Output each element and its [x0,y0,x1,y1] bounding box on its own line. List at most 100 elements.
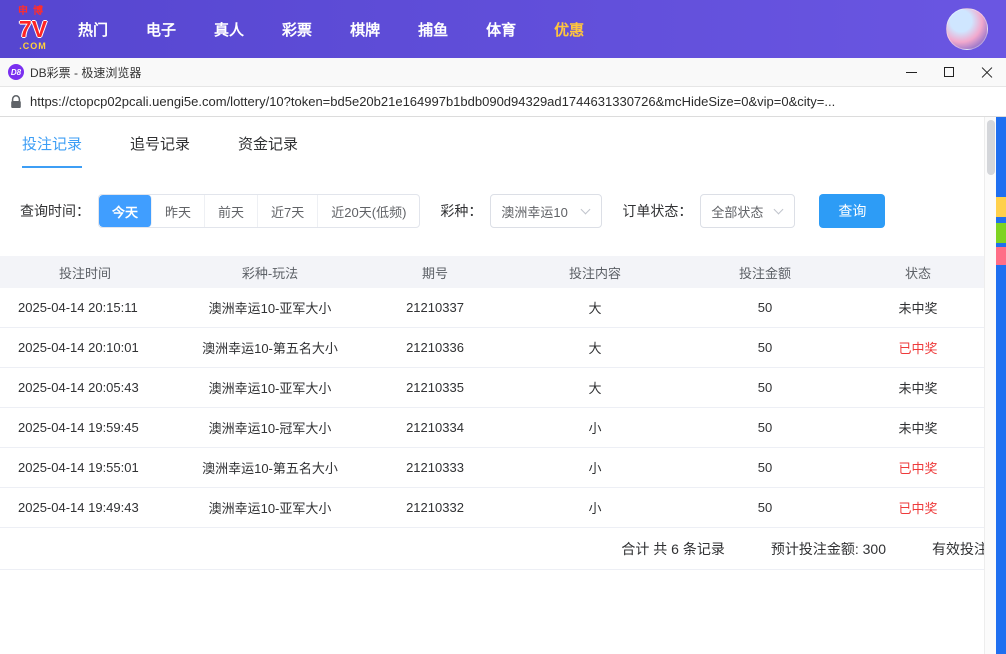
table-row: 2025-04-14 20:05:43澳洲幸运10-亚军大小21210335大5… [0,368,996,408]
table-row: 2025-04-14 19:55:01澳洲幸运10-第五名大小21210333小… [0,448,996,488]
cell-bet-time: 2025-04-14 19:55:01 [0,460,170,475]
cell-bet-time: 2025-04-14 19:49:43 [0,500,170,515]
site-top-nav: 申博 7V .COM 热门 电子 真人 彩票 棋牌 捕鱼 体育 优惠 [0,0,1006,58]
time-option[interactable]: 前天 [205,195,258,227]
cell-issue-number: 21210332 [370,500,500,515]
cell-bet-amount: 50 [690,500,840,515]
tab[interactable]: 投注记录 [22,133,82,168]
nav-item[interactable]: 热门 [78,19,108,40]
cell-status: 已中奖 [840,338,996,357]
time-filter-group: 今天昨天前天近7天近20天(低频) [98,194,420,228]
nav-item[interactable]: 体育 [486,19,516,40]
nav-item[interactable]: 优惠 [554,19,584,40]
time-option[interactable]: 昨天 [152,195,205,227]
browser-app-icon: D8 [8,64,24,80]
scrollbar-thumb[interactable] [987,120,995,175]
tab[interactable]: 追号记录 [130,133,190,168]
desktop-fragment-yellow [996,197,1006,217]
table-row: 2025-04-14 19:59:45澳洲幸运10-冠军大小21210334小5… [0,408,996,448]
column-header: 投注内容 [500,263,690,282]
cell-bet-content: 小 [500,498,690,517]
nav-item[interactable]: 电子 [146,19,176,40]
column-header: 彩种-玩法 [170,263,370,282]
cell-status: 未中奖 [840,418,996,437]
bet-record-table: 投注时间彩种-玩法期号投注内容投注金额状态 2025-04-14 20:15:1… [0,256,996,528]
column-header: 状态 [840,263,996,282]
cell-issue-number: 21210337 [370,300,500,315]
cell-bet-time: 2025-04-14 19:59:45 [0,420,170,435]
desktop-fragment-pink [996,247,1006,265]
cell-bet-content: 大 [500,298,690,317]
cell-status: 已中奖 [840,498,996,517]
cell-bet-amount: 50 [690,340,840,355]
window-title: DB彩票 - 极速浏览器 [30,64,141,81]
minimize-icon[interactable] [892,58,930,86]
cell-bet-content: 大 [500,338,690,357]
time-option[interactable]: 近7天 [258,195,318,227]
filter-bar: 查询时间： 今天昨天前天近7天近20天(低频) 彩种： 澳洲幸运10 订单状态：… [20,194,996,228]
chevron-down-icon [774,205,784,215]
order-status-select[interactable]: 全部状态 [700,194,795,228]
cell-bet-amount: 50 [690,380,840,395]
cell-status: 未中奖 [840,378,996,397]
logo-text-main: 7V [19,17,47,41]
cell-bet-amount: 50 [690,460,840,475]
lottery-select-value: 澳洲幸运10 [501,202,567,221]
cell-bet-time: 2025-04-14 20:10:01 [0,340,170,355]
cell-issue-number: 21210333 [370,460,500,475]
table-row: 2025-04-14 20:15:11澳洲幸运10-亚军大小21210337大5… [0,288,996,328]
cell-game-play: 澳洲幸运10-冠军大小 [170,418,370,437]
user-avatar[interactable] [946,8,988,50]
url-text: https://ctopcp02pcali.uengi5e.com/lotter… [30,94,835,109]
cell-bet-content: 小 [500,418,690,437]
time-filter-label: 查询时间： [20,201,90,221]
table-row: 2025-04-14 20:10:01澳洲幸运10-第五名大小21210336大… [0,328,996,368]
cell-issue-number: 21210336 [370,340,500,355]
cell-game-play: 澳洲幸运10-亚军大小 [170,378,370,397]
site-logo[interactable]: 申博 7V .COM [18,7,48,51]
cell-status: 未中奖 [840,298,996,317]
lock-icon [10,95,22,109]
window-controls [892,58,1006,86]
cell-game-play: 澳洲幸运10-第五名大小 [170,458,370,477]
nav-item[interactable]: 真人 [214,19,244,40]
cell-bet-content: 大 [500,378,690,397]
record-tabs: 投注记录 追号记录 资金记录 [0,117,996,168]
time-option[interactable]: 今天 [99,195,152,227]
search-button[interactable]: 查询 [819,194,885,228]
cell-bet-time: 2025-04-14 20:15:11 [0,300,170,315]
page-scrollbar[interactable] [984,117,996,654]
desktop-fragment-green [996,223,1006,243]
nav-menu: 热门 电子 真人 彩票 棋牌 捕鱼 体育 优惠 [78,19,584,40]
order-status-label: 订单状态： [622,201,692,221]
order-status-value: 全部状态 [711,202,763,221]
tab[interactable]: 资金记录 [238,133,298,168]
logo-text-bottom: .COM [19,42,47,51]
address-bar[interactable]: https://ctopcp02pcali.uengi5e.com/lotter… [0,87,1006,117]
cell-status: 已中奖 [840,458,996,477]
time-option[interactable]: 近20天(低频) [318,195,419,227]
cell-issue-number: 21210334 [370,420,500,435]
cell-bet-content: 小 [500,458,690,477]
cell-bet-amount: 50 [690,300,840,315]
cell-bet-amount: 50 [690,420,840,435]
close-icon[interactable] [968,58,1006,86]
column-header: 期号 [370,263,500,282]
cell-game-play: 澳洲幸运10-第五名大小 [170,338,370,357]
nav-item[interactable]: 捕鱼 [418,19,448,40]
summary-expected-amount: 预计投注金额: 300 [771,539,886,559]
table-header-row: 投注时间彩种-玩法期号投注内容投注金额状态 [0,256,996,288]
cell-game-play: 澳洲幸运10-亚军大小 [170,298,370,317]
desktop-edge-strip [996,117,1006,654]
maximize-icon[interactable] [930,58,968,86]
browser-title-bar: D8 DB彩票 - 极速浏览器 [0,58,1006,87]
table-body: 2025-04-14 20:15:11澳洲幸运10-亚军大小21210337大5… [0,288,996,528]
app-icon-text: D8 [11,68,21,77]
table-row: 2025-04-14 19:49:43澳洲幸运10-亚军大小21210332小5… [0,488,996,528]
lottery-select[interactable]: 澳洲幸运10 [490,194,602,228]
cell-issue-number: 21210335 [370,380,500,395]
nav-item[interactable]: 彩票 [282,19,312,40]
nav-item[interactable]: 棋牌 [350,19,380,40]
chevron-down-icon [581,205,591,215]
column-header: 投注时间 [0,263,170,282]
